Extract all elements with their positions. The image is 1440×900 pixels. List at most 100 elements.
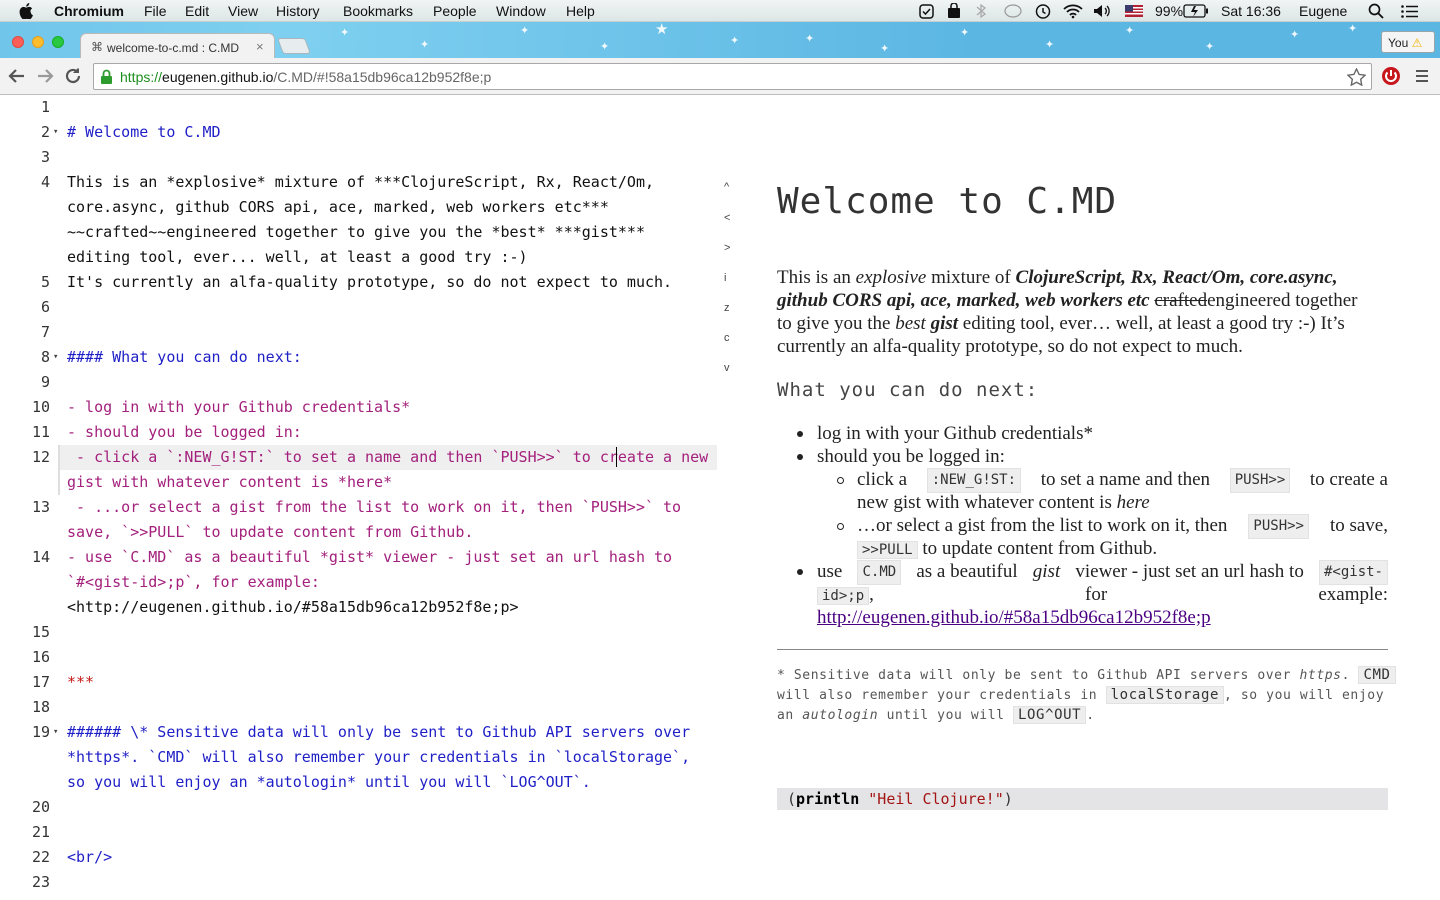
sub-item-2-line-2: >>PULL to update content from Github. [857,537,1157,562]
sub-item-2-line-1: …or select a gist from the list to work … [857,514,1388,539]
browser-toolbar: https://eugenen.github.io/C.MD/#!58a15db… [0,58,1440,95]
gist-example-link[interactable]: http://eugenen.github.io/#58a15db96ca12b… [817,607,1211,628]
code-line[interactable]: - use `C.MD` as a beautiful *gist* viewe… [67,545,672,570]
code-line[interactable]: so you will enjoy an *autologin* until y… [67,770,591,795]
macos-menu-bar: Chromium File Edit View History Bookmark… [0,0,1440,22]
back-arrow-icon[interactable] [8,68,26,84]
menu-help[interactable]: Help [566,3,595,19]
code-line[interactable]: `#<gist-id>;p`, for example: [67,570,320,595]
code-line[interactable]: ###### \* Sensitive data will only be se… [67,720,690,745]
line-number: 20 [31,798,50,816]
intro-line-3: to give you the best gist editing tool, … [777,313,1345,334]
markdown-editor[interactable]: 1 2 ▾ 3 4 5 6 7 8 ▾ 9 10 11 12 13 14 15 … [0,95,730,900]
nav-prev[interactable]: < [724,212,730,224]
menu-people[interactable]: People [433,3,477,19]
profile-button[interactable]: You ⚠ [1381,31,1435,53]
intro-line-2: github CORS api, ace, marked, web worker… [777,290,1358,311]
new-tab-button[interactable] [277,38,311,54]
menu-history[interactable]: History [276,3,320,19]
menu-file[interactable]: File [144,3,167,19]
code-line[interactable]: ~~crafted~~engineered together to give y… [67,220,645,245]
user-name[interactable]: Eugene [1299,3,1347,19]
list-item-3-line-3: http://eugenen.github.io/#58a15db96ca12b… [817,606,1211,629]
bluetooth-icon[interactable] [976,3,986,19]
code-line[interactable]: *https*. `CMD` will also remember your c… [67,745,690,770]
extension-power-icon[interactable] [1381,66,1401,86]
nav-down[interactable]: v [724,362,730,374]
code-line[interactable]: It's currently an alfa-quality prototype… [67,270,672,295]
clock[interactable]: Sat 16:36 [1221,3,1281,19]
code-line[interactable]: - log in with your Github credentials* [67,395,410,420]
bullet-icon [797,431,803,437]
sub-item-1-line-1: click a:NEW_G!ST: to set a name and then P… [857,468,1388,493]
tab-welcome-to-c-md[interactable]: ⌘ welcome-to-c.md : C.MD × [80,33,275,60]
menu-view[interactable]: View [228,3,258,19]
wifi-icon[interactable] [1063,3,1083,19]
tab-close-icon[interactable]: × [256,39,264,54]
preview-title: Welcome to C.MD [777,181,1118,222]
bookmark-star-icon[interactable] [1347,68,1366,86]
menu-edit[interactable]: Edit [185,3,209,19]
url-text[interactable]: https://eugenen.github.io/C.MD/#!58a15db… [120,69,491,85]
code-line[interactable]: This is an *explosive* mixture of ***Clo… [67,170,654,195]
forward-arrow-icon[interactable] [36,68,54,84]
code-line[interactable]: *** [67,670,94,695]
window-close-button[interactable] [12,36,24,48]
fold-arrow-icon[interactable]: ▾ [53,120,58,145]
list-item: should you be logged in: [817,446,1005,467]
line-number: 13 [31,498,50,516]
url-scheme: https:// [120,69,163,85]
code-line[interactable]: core.async, github CORS api, ace, marked… [67,195,609,220]
code-line[interactable]: save, `>>PULL` to update content from Gi… [67,520,473,545]
checklist-icon[interactable] [919,4,934,19]
line-number: 15 [31,623,50,641]
line-number: 17 [31,673,50,691]
menu-window[interactable]: Window [496,3,546,19]
code-line[interactable]: gist with whatever content is *here* [67,470,392,495]
code-line[interactable]: #### What you can do next: [67,345,302,370]
us-flag-icon[interactable] [1125,5,1143,17]
nav-code[interactable]: c [724,332,730,344]
reload-icon[interactable] [64,67,82,85]
code-line[interactable]: - ...or select a gist from the list to w… [67,495,681,520]
footnote-line-2: will also remember your credentials in l… [777,686,1385,704]
apple-icon[interactable] [19,3,33,19]
battery-percent: 99% [1155,3,1184,19]
code-line[interactable]: <http://eugenen.github.io/#58a15db96ca12… [67,595,519,620]
volume-icon[interactable] [1093,4,1111,18]
code-block: (println "Heil Clojure!") [777,788,1388,810]
notification-center-icon[interactable] [1401,5,1418,18]
nav-info[interactable]: i [724,272,726,284]
spotlight-search-icon[interactable] [1368,3,1384,19]
chat-bubble-icon[interactable] [1004,4,1022,19]
nav-up[interactable]: ^ [724,181,729,193]
menu-bookmarks[interactable]: Bookmarks [343,3,413,19]
app-menu-chromium[interactable]: Chromium [54,3,124,19]
battery-icon[interactable] [1183,4,1209,18]
code-line[interactable]: <br/> [67,845,112,870]
intro-line-4: currently an alfa-quality prototype, so … [777,336,1243,357]
command-key-icon: ⌘ [91,40,103,54]
horizontal-rule [777,649,1388,650]
time-machine-icon[interactable] [1034,3,1051,20]
fold-arrow-icon[interactable]: ▾ [53,345,58,370]
fold-arrow-icon[interactable]: ▾ [53,720,58,745]
lock-icon[interactable] [100,69,113,85]
tab-title: welcome-to-c.md : C.MD [107,41,240,55]
window-minimize-button[interactable] [32,36,44,48]
window-zoom-button[interactable] [52,36,64,48]
line-number: 1 [40,98,50,116]
intro-line-1: This is an explosive mixture of ClojureS… [777,267,1338,288]
code-line[interactable]: - click a `:NEW_G!ST:` to set a name and… [67,445,708,470]
line-number: 4 [40,173,50,191]
url-host: eugenen.github.io [162,69,274,85]
bag-icon[interactable] [946,3,962,19]
code-line[interactable]: - should you be logged in: [67,420,302,445]
code-line[interactable]: editing tool, ever... well, at least a g… [67,245,528,270]
address-bar[interactable]: https://eugenen.github.io/C.MD/#!58a15db… [93,63,1372,90]
hamburger-menu-icon[interactable] [1414,69,1430,83]
nav-next[interactable]: > [724,242,730,254]
text-cursor [616,447,617,467]
code-line[interactable]: # Welcome to C.MD [67,120,221,145]
nav-zen[interactable]: z [724,302,730,314]
